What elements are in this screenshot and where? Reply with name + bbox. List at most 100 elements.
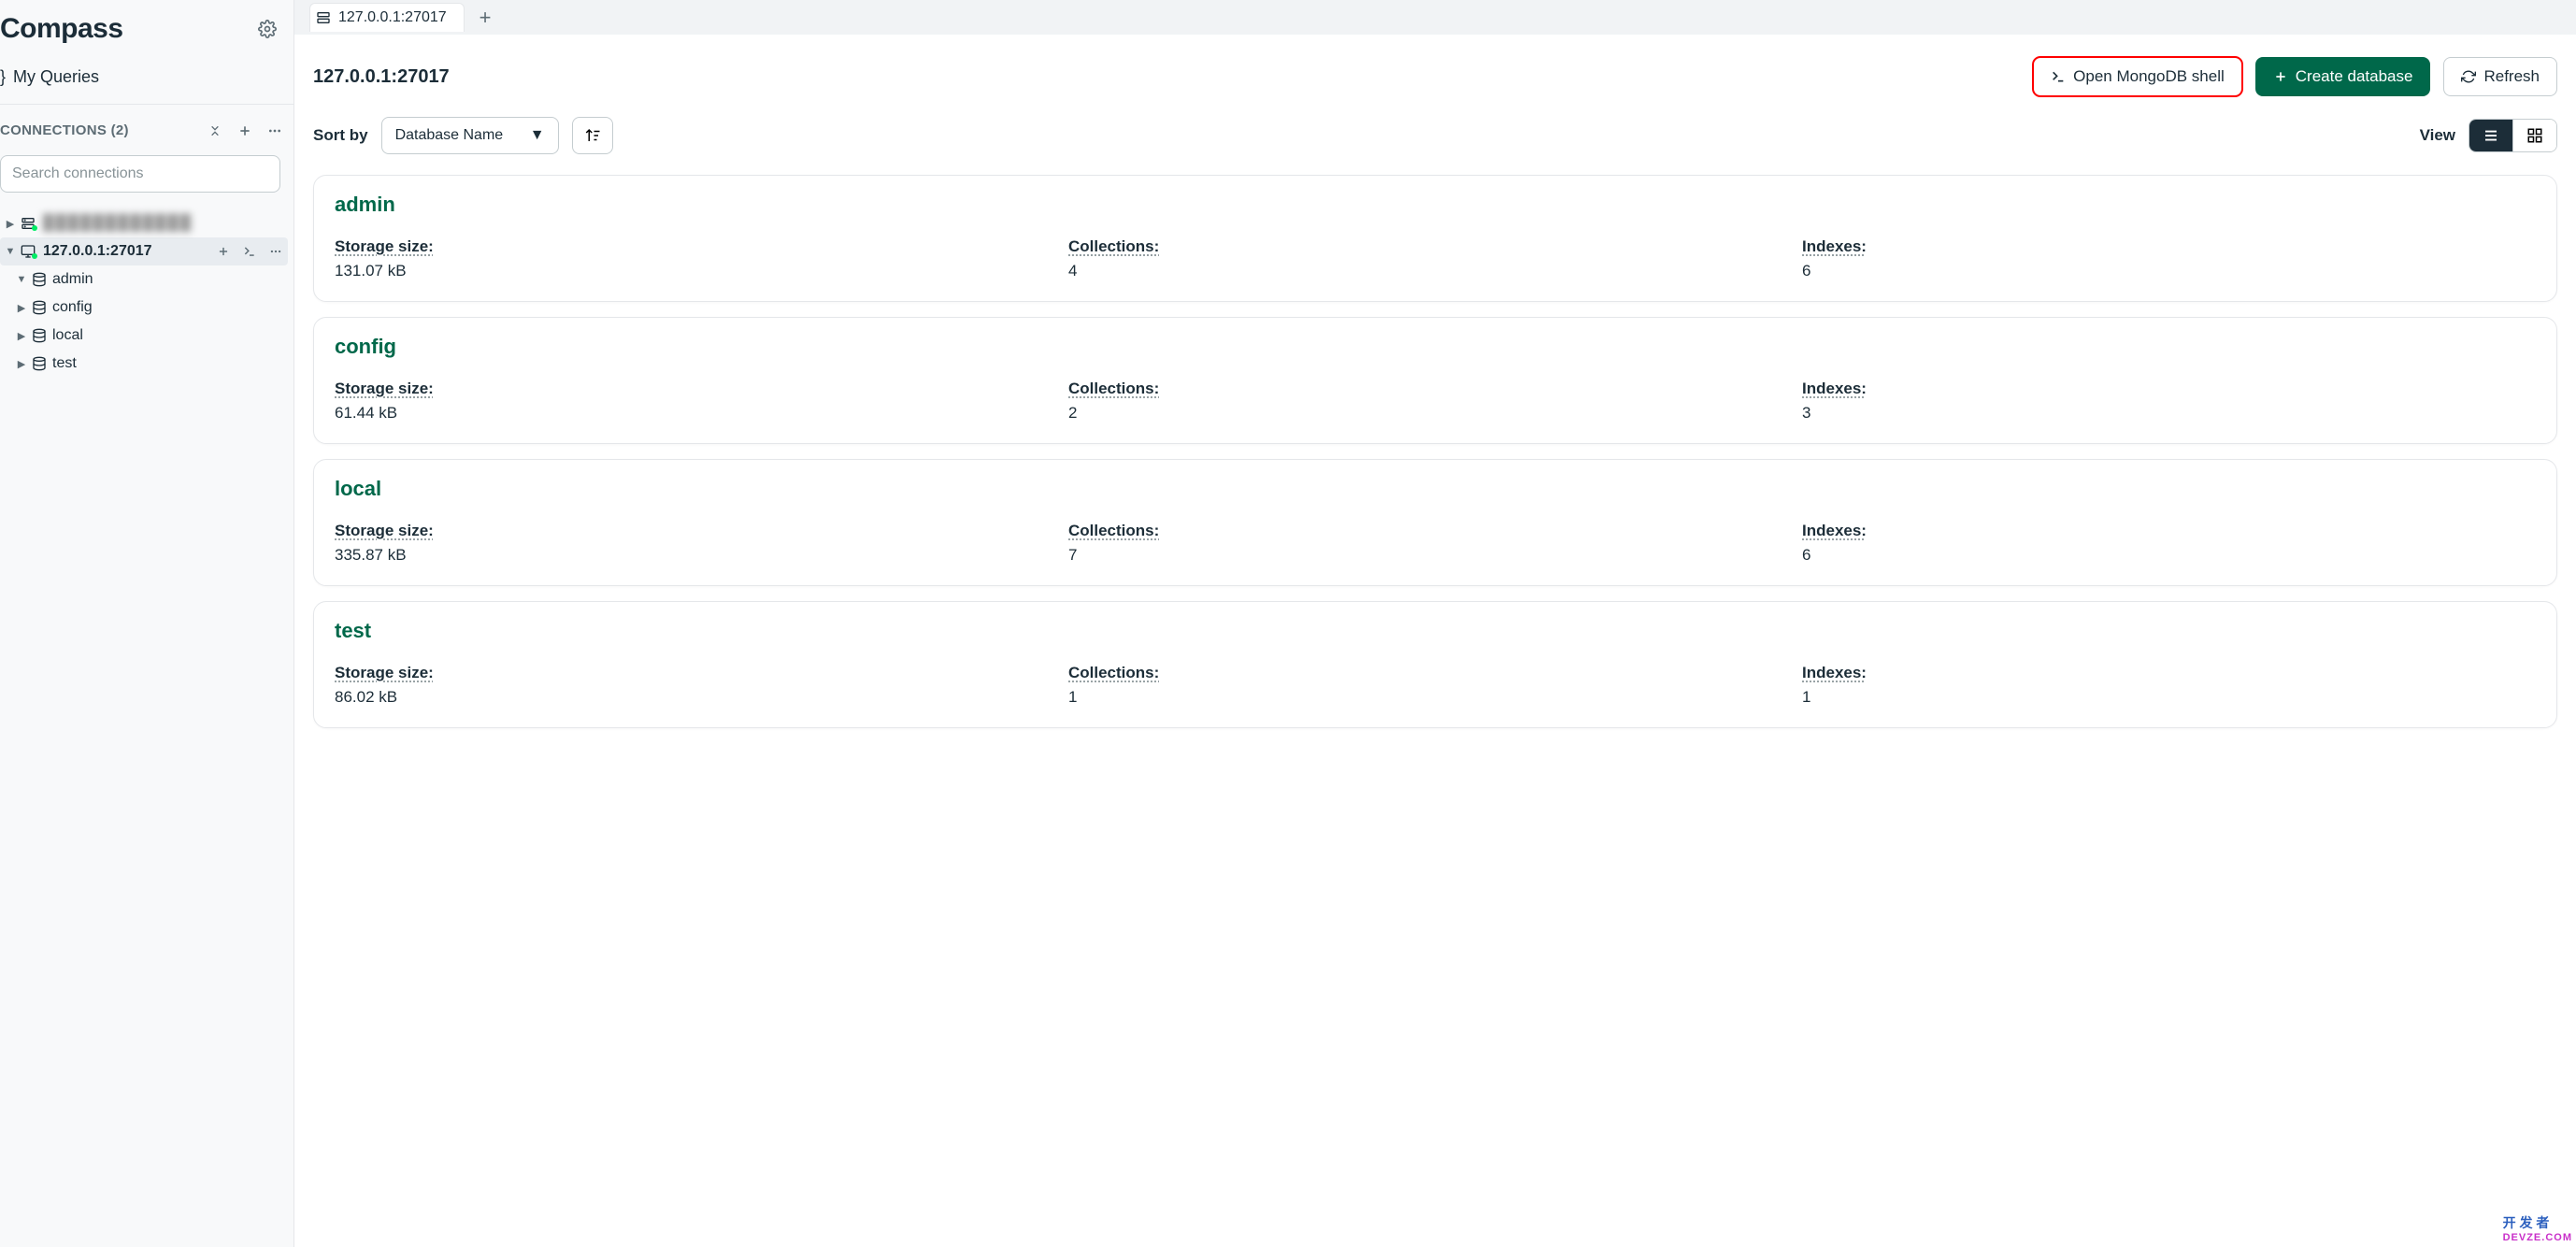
connections-label: CONNECTIONS (0, 122, 107, 138)
connection-item[interactable]: ▶ ████████████ (0, 209, 288, 237)
sort-select[interactable]: Database Name ▼ (381, 117, 559, 154)
view-list-button[interactable] (2469, 120, 2512, 151)
sortbar: Sort by Database Name ▼ View (313, 117, 2557, 154)
open-shell-button[interactable] (241, 243, 258, 260)
sort-asc-icon (584, 127, 601, 144)
expand-arrow-icon: ▶ (15, 330, 28, 342)
database-card[interactable]: local Storage size: 335.87 kB Collection… (313, 459, 2557, 586)
connections-header: CONNECTIONS (2) (0, 105, 293, 150)
stat-value: 86.02 kB (335, 688, 1068, 707)
stat-indexes: Indexes: 3 (1802, 380, 2536, 423)
connection-item-active[interactable]: ▼ 127.0.0.1:27017 (0, 237, 288, 265)
collapse-arrow-icon: ▼ (4, 246, 17, 257)
refresh-label: Refresh (2483, 67, 2540, 86)
stat-label: Collections: (1068, 237, 1802, 256)
database-card[interactable]: test Storage size: 86.02 kB Collections:… (313, 601, 2557, 728)
db-item-local[interactable]: ▶ local (0, 322, 288, 350)
connections-count: (2) (111, 122, 129, 138)
stat-label: Indexes: (1802, 664, 2536, 682)
stat-label: Indexes: (1802, 522, 2536, 540)
list-icon (2483, 127, 2499, 144)
connection-more-button[interactable] (267, 243, 284, 260)
stat-collections: Collections: 4 (1068, 237, 1802, 280)
stat-value: 6 (1802, 262, 2536, 280)
tabbar: 127.0.0.1:27017 + (294, 0, 2576, 36)
plus-icon (237, 123, 252, 138)
expand-arrow-icon: ▶ (15, 302, 28, 314)
content-header: 127.0.0.1:27017 Open MongoDB shell Creat… (313, 57, 2557, 96)
sort-controls: Sort by Database Name ▼ (313, 117, 613, 154)
stat-collections: Collections: 2 (1068, 380, 1802, 423)
db-item-test[interactable]: ▶ test (0, 350, 288, 378)
stat-value: 7 (1068, 546, 1802, 565)
database-icon (32, 272, 47, 287)
create-database-label: Create database (2296, 67, 2413, 86)
view-controls: View (2420, 119, 2557, 152)
header-actions: Open MongoDB shell Create database Refre… (2033, 57, 2557, 96)
collapse-all-button[interactable] (206, 122, 224, 140)
db-item-config[interactable]: ▶ config (0, 294, 288, 322)
db-label: local (52, 327, 83, 344)
view-grid-button[interactable] (2512, 120, 2556, 151)
database-list: admin Storage size: 131.07 kB Collection… (313, 175, 2557, 728)
connections-more-button[interactable] (265, 122, 284, 140)
stat-value: 2 (1068, 404, 1802, 423)
stat-value: 3 (1802, 404, 2536, 423)
database-icon (32, 300, 47, 315)
stat-storage: Storage size: 61.44 kB (335, 380, 1068, 423)
sort-direction-button[interactable] (572, 117, 613, 154)
database-icon (32, 356, 47, 371)
refresh-button[interactable]: Refresh (2443, 57, 2557, 96)
database-name: test (335, 619, 2536, 643)
stat-label: Indexes: (1802, 237, 2536, 256)
stat-collections: Collections: 7 (1068, 522, 1802, 565)
collapse-icon (208, 123, 222, 138)
plus-icon (2273, 69, 2288, 84)
add-tab-button[interactable]: + (470, 4, 501, 32)
expand-arrow-icon: ▶ (15, 358, 28, 370)
server-icon (316, 10, 331, 25)
view-label: View (2420, 126, 2455, 145)
search-input[interactable] (0, 155, 280, 193)
connections-actions (206, 122, 284, 140)
server-icon (21, 216, 37, 231)
open-shell-button[interactable]: Open MongoDB shell (2033, 57, 2242, 96)
db-label: test (52, 355, 77, 372)
terminal-icon (2051, 69, 2066, 84)
connection-tree: ▶ ████████████ ▼ 127.0.0.1:27017 ▼ (0, 206, 293, 378)
settings-button[interactable] (258, 20, 277, 38)
server-icon (21, 244, 37, 259)
db-item-admin[interactable]: ▼ admin (0, 265, 288, 294)
stat-label: Collections: (1068, 664, 1802, 682)
stat-value: 6 (1802, 546, 2536, 565)
tab-connection[interactable]: 127.0.0.1:27017 (309, 3, 465, 32)
database-card[interactable]: config Storage size: 61.44 kB Collection… (313, 317, 2557, 444)
database-name: admin (335, 193, 2536, 217)
plus-icon: + (479, 6, 492, 29)
ellipsis-icon (267, 123, 282, 138)
database-stats: Storage size: 86.02 kB Collections: 1 In… (335, 664, 2536, 707)
grid-icon (2526, 127, 2543, 144)
connection-label: 127.0.0.1:27017 (43, 243, 152, 260)
create-database-button[interactable]: Create database (2255, 57, 2431, 96)
stat-indexes: Indexes: 1 (1802, 664, 2536, 707)
stat-collections: Collections: 1 (1068, 664, 1802, 707)
database-icon (32, 328, 47, 343)
stat-label: Collections: (1068, 380, 1802, 398)
stat-label: Storage size: (335, 664, 1068, 682)
stat-label: Collections: (1068, 522, 1802, 540)
app-title: Compass (0, 13, 123, 45)
database-card[interactable]: admin Storage size: 131.07 kB Collection… (313, 175, 2557, 302)
stat-storage: Storage size: 86.02 kB (335, 664, 1068, 707)
my-queries-link[interactable]: } My Queries (0, 58, 293, 105)
database-name: local (335, 477, 2536, 501)
chevron-down-icon: ▼ (530, 127, 545, 144)
brace-icon: } (0, 67, 6, 87)
add-db-button[interactable] (215, 243, 232, 260)
database-stats: Storage size: 335.87 kB Collections: 7 I… (335, 522, 2536, 565)
gear-icon (258, 20, 277, 38)
database-stats: Storage size: 131.07 kB Collections: 4 I… (335, 237, 2536, 280)
add-connection-button[interactable] (236, 122, 254, 140)
stat-value: 61.44 kB (335, 404, 1068, 423)
stat-value: 4 (1068, 262, 1802, 280)
